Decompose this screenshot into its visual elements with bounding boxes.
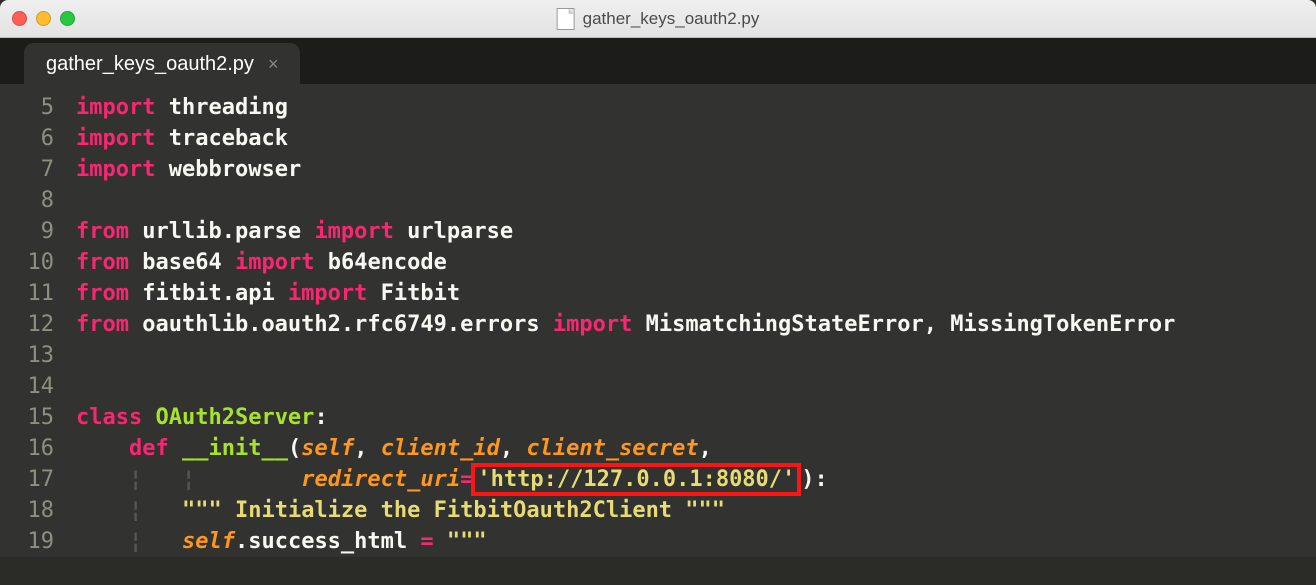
line-number: 17 <box>0 467 76 492</box>
redirect-uri-highlight: 'http://127.0.0.1:8080/' <box>471 463 801 496</box>
line-number: 8 <box>0 188 76 213</box>
code-line: 17 ¦ ¦ redirect_uri='http://127.0.0.1:80… <box>0 464 1316 495</box>
code-line: 13 <box>0 340 1316 371</box>
tab-bar: gather_keys_oauth2.py × <box>0 38 1316 84</box>
line-number: 6 <box>0 126 76 151</box>
line-number: 10 <box>0 250 76 275</box>
line-number: 9 <box>0 219 76 244</box>
zoom-window-button[interactable] <box>60 11 75 26</box>
code-line: 9 from urllib.parse import urlparse <box>0 216 1316 247</box>
close-tab-icon[interactable]: × <box>268 54 279 75</box>
line-number: 5 <box>0 95 76 120</box>
line-number: 15 <box>0 405 76 430</box>
line-number: 19 <box>0 529 76 554</box>
line-number: 16 <box>0 436 76 461</box>
code-line: 5 import threading <box>0 92 1316 123</box>
code-line: 8 <box>0 185 1316 216</box>
traffic-lights <box>12 11 75 26</box>
line-number: 14 <box>0 374 76 399</box>
close-window-button[interactable] <box>12 11 27 26</box>
window-title: gather_keys_oauth2.py <box>557 8 760 30</box>
line-number: 13 <box>0 343 76 368</box>
line-number: 12 <box>0 312 76 337</box>
code-line: 19 ¦ self.success_html = """ <box>0 526 1316 557</box>
tab-filename: gather_keys_oauth2.py <box>46 53 254 76</box>
file-tab[interactable]: gather_keys_oauth2.py × <box>24 43 300 84</box>
window-title-text: gather_keys_oauth2.py <box>583 9 760 29</box>
line-number: 11 <box>0 281 76 306</box>
code-line: 10 from base64 import b64encode <box>0 247 1316 278</box>
code-line: 11 from fitbit.api import Fitbit <box>0 278 1316 309</box>
code-line: 7 import webbrowser <box>0 154 1316 185</box>
code-editor[interactable]: 5 import threading 6 import traceback 7 … <box>0 84 1316 557</box>
file-icon <box>557 8 575 30</box>
code-line: 16 def __init__(self, client_id, client_… <box>0 433 1316 464</box>
code-line: 12 from oauthlib.oauth2.rfc6749.errors i… <box>0 309 1316 340</box>
code-line: 15 class OAuth2Server: <box>0 402 1316 433</box>
code-line: 14 <box>0 371 1316 402</box>
line-number: 18 <box>0 498 76 523</box>
line-number: 7 <box>0 157 76 182</box>
code-line: 6 import traceback <box>0 123 1316 154</box>
window-titlebar: gather_keys_oauth2.py <box>0 0 1316 38</box>
code-line: 18 ¦ """ Initialize the FitbitOauth2Clie… <box>0 495 1316 526</box>
minimize-window-button[interactable] <box>36 11 51 26</box>
